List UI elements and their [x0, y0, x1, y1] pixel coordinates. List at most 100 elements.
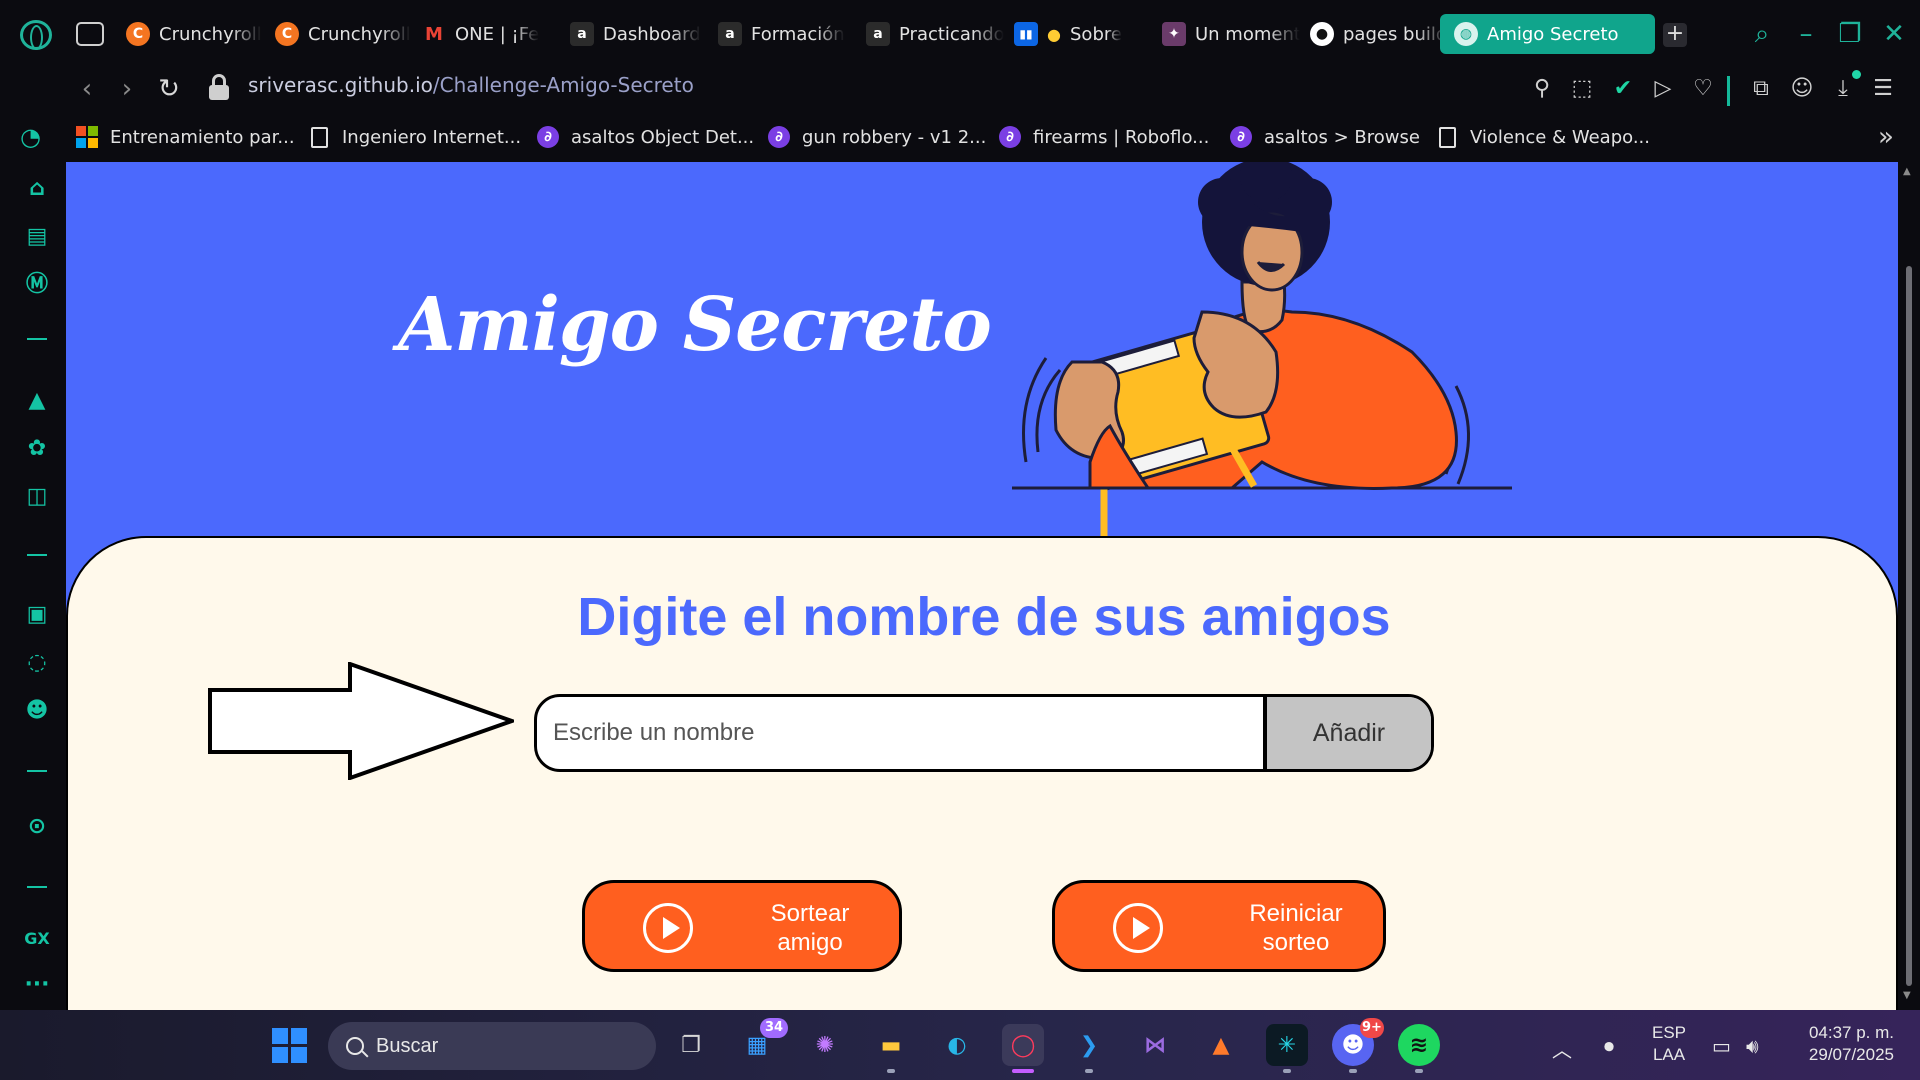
- forward-button[interactable]: ›: [110, 72, 144, 106]
- sidebar: ⌂ ▤ Ⓜ ▲ ✿ ◫ ▣ ◌ ☻ ⊙ GX ···: [0, 162, 66, 1010]
- cursor-app-icon[interactable]: ✳: [1266, 1024, 1308, 1066]
- url-field[interactable]: sriverasc.github.io/Challenge-Amigo-Secr…: [248, 73, 694, 97]
- show-hidden-icons-chevron-icon[interactable]: ︿: [1552, 1034, 1572, 1063]
- tab-dashboard[interactable]: a Dashboard: [564, 14, 708, 54]
- page-scrollbar[interactable]: ▲ ▼: [1898, 162, 1920, 1010]
- profile-icon[interactable]: ☺: [1785, 72, 1819, 106]
- chatgpt-icon[interactable]: ✿: [20, 432, 54, 466]
- language-code: ESP: [1652, 1023, 1687, 1042]
- draw-friend-button[interactable]: Sortear amigo: [582, 880, 902, 972]
- scroll-down-icon[interactable]: ▼: [1903, 990, 1911, 1001]
- tab-formacion[interactable]: a Formación: [712, 14, 856, 54]
- messenger-m-icon[interactable]: Ⓜ: [20, 268, 54, 302]
- restore-icon[interactable]: ❐: [1834, 18, 1866, 50]
- favorites-heart-icon[interactable]: ♡: [1686, 72, 1720, 106]
- speed-dial-icon[interactable]: ◔: [20, 122, 41, 152]
- player-icon[interactable]: ⊙: [20, 810, 54, 844]
- page-icon: [308, 126, 330, 148]
- tab-sobre[interactable]: ▮▮ ● Sobre: [1008, 14, 1152, 54]
- gx-logo-icon[interactable]: GX: [20, 922, 54, 956]
- spotify-icon[interactable]: ≋: [1398, 1024, 1440, 1066]
- matlab-icon[interactable]: ▲: [1200, 1024, 1242, 1066]
- tab-gmail[interactable]: M ONE | ¡Fe: [416, 14, 560, 54]
- vscode-icon[interactable]: ❯: [1068, 1024, 1110, 1066]
- search-tabs-icon[interactable]: ⌕: [1746, 18, 1778, 50]
- copilot-icon[interactable]: ✺: [804, 1024, 846, 1066]
- reload-button[interactable]: ↻: [152, 72, 186, 106]
- microphone-icon[interactable]: ⏺: [1604, 1034, 1614, 1058]
- alura-icon: a: [866, 22, 890, 46]
- roboflow-icon: ∂: [1230, 126, 1252, 148]
- character-icon: ✦: [1162, 22, 1186, 46]
- input-language[interactable]: ESP LAA: [1652, 1022, 1686, 1066]
- clock-time: 04:37 p. m.: [1808, 1023, 1894, 1042]
- opera-gx-taskbar-icon[interactable]: ◯: [1002, 1024, 1044, 1066]
- lock-icon[interactable]: [208, 74, 230, 102]
- twitch-icon[interactable]: ▣: [20, 598, 54, 632]
- tab-crunchyroll-1[interactable]: C Crunchyroll: [120, 14, 264, 54]
- gx-corner-icon[interactable]: ⌂: [20, 172, 54, 206]
- name-input-group: Añadir: [534, 694, 1434, 772]
- screen: C Crunchyroll C Crunchyroll M ONE | ¡Fe …: [0, 0, 1920, 1080]
- bookmark-label: asaltos > Browse: [1264, 126, 1420, 148]
- tab-practicando[interactable]: a Practicando: [860, 14, 1004, 54]
- scrollbar-thumb[interactable]: [1906, 266, 1912, 986]
- network-icon[interactable]: ▭: [1712, 1034, 1731, 1058]
- tab-amigo-secreto[interactable]: ◍ Amigo Secreto: [1440, 14, 1655, 54]
- bookmark-firearms[interactable]: ∂ firearms | Roboflo...: [999, 122, 1209, 152]
- friend-name-input[interactable]: [537, 697, 1263, 769]
- task-view-icon[interactable]: ❐: [670, 1024, 712, 1066]
- visual-studio-icon[interactable]: ⋈: [1134, 1024, 1176, 1066]
- whatsapp-icon[interactable]: ◌: [20, 646, 54, 680]
- tab-title: Dashboard: [603, 23, 701, 45]
- add-friend-button[interactable]: Añadir: [1263, 697, 1431, 769]
- bookmark-violence-weapons[interactable]: Violence & Weapo...: [1436, 122, 1650, 152]
- search-icon: [346, 1037, 364, 1055]
- active-indicator: [1012, 1069, 1034, 1073]
- bookmarks-overflow-chevron-icon[interactable]: »: [1878, 122, 1894, 152]
- adblock-shield-icon[interactable]: ✔: [1606, 72, 1640, 106]
- person-holding-box-illustration: [1012, 162, 1512, 538]
- volume-icon[interactable]: 🔊︎: [1746, 1034, 1759, 1058]
- bookmark-asaltos-browse[interactable]: ∂ asaltos > Browse: [1230, 122, 1420, 152]
- system-clock[interactable]: 04:37 p. m. 29/07/2025: [1790, 1022, 1894, 1066]
- edge-icon[interactable]: ◐: [936, 1024, 978, 1066]
- bookmark-gun-robbery[interactable]: ∂ gun robbery - v1 2...: [768, 122, 986, 152]
- section-title: Digite el nombre de sus amigos: [577, 587, 1391, 647]
- flow-send-icon[interactable]: ▷: [1646, 72, 1680, 106]
- taskbar-search[interactable]: Buscar: [328, 1022, 656, 1070]
- keyboard-layout: LAA: [1652, 1045, 1686, 1064]
- snapshot-icon[interactable]: ⬚: [1565, 72, 1599, 106]
- bookmark-entrenamiento[interactable]: Entrenamiento par...: [76, 122, 295, 152]
- minimize-icon[interactable]: –: [1790, 18, 1822, 50]
- bookmark-label: firearms | Roboflo...: [1033, 126, 1210, 148]
- bookmark-ingeniero[interactable]: Ingeniero Internet...: [308, 122, 521, 152]
- easy-setup-menu-icon[interactable]: ☰: [1866, 72, 1900, 106]
- opera-gx-logo-icon[interactable]: [20, 20, 52, 50]
- arrow-right-icon: [208, 662, 514, 780]
- tab-un-momento[interactable]: ✦ Un momento: [1156, 14, 1300, 54]
- pin-icon[interactable]: ⚲: [1525, 72, 1559, 106]
- tab-pages-build[interactable]: ● pages build: [1304, 14, 1448, 54]
- more-options-icon[interactable]: ···: [20, 968, 54, 1002]
- tab-menu-icon[interactable]: [76, 22, 104, 46]
- scroll-up-icon[interactable]: ▲: [1903, 166, 1911, 177]
- tab-title: Un momento: [1195, 23, 1300, 45]
- back-button[interactable]: ‹: [70, 72, 104, 106]
- url-path: /Challenge-Amigo-Secreto: [432, 73, 694, 97]
- gx-control-icon[interactable]: ▤: [20, 220, 54, 254]
- bookmark-asaltos-object[interactable]: ∂ asaltos Object Det...: [537, 122, 754, 152]
- microsoft-store-icon[interactable]: ▦ 34: [736, 1018, 788, 1066]
- reset-draw-button[interactable]: Reiniciar sorteo: [1052, 880, 1386, 972]
- roboflow-icon: ∂: [768, 126, 790, 148]
- file-explorer-icon[interactable]: ▬: [870, 1024, 912, 1066]
- windows-start-icon[interactable]: [272, 1028, 307, 1063]
- extensions-icon[interactable]: ⧉: [1744, 72, 1778, 106]
- close-icon[interactable]: ✕: [1878, 18, 1910, 50]
- discord-icon[interactable]: ☻: [20, 694, 54, 728]
- aria-ai-icon[interactable]: ▲: [20, 384, 54, 418]
- new-tab-button[interactable]: +: [1663, 23, 1687, 47]
- tab-crunchyroll-2[interactable]: C Crunchyroll: [269, 14, 413, 54]
- discord-taskbar-icon[interactable]: ☻ 9+: [1332, 1018, 1384, 1066]
- cs-app-icon[interactable]: ◫: [20, 480, 54, 514]
